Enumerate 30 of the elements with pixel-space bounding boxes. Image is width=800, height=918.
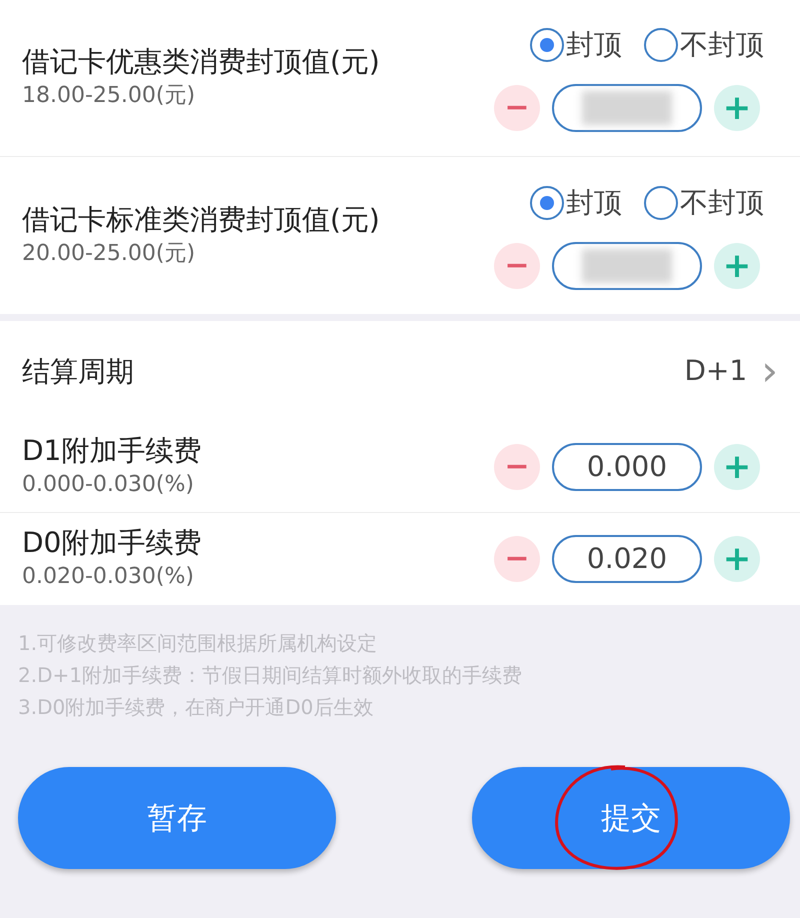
minus-button[interactable]: − <box>494 536 540 582</box>
radio-option[interactable]: 封顶 <box>530 182 622 224</box>
plus-button[interactable]: + <box>714 85 760 131</box>
value-field[interactable]: 0.000 <box>552 442 702 490</box>
minus-button[interactable]: − <box>494 242 540 288</box>
range-text: 0.020-0.030(%) <box>22 563 195 591</box>
field-title: 借记卡优惠类消费封顶值(元) <box>22 44 380 79</box>
settlement-value: D+1 <box>684 353 748 389</box>
settlement-label: 结算周期 <box>22 354 134 388</box>
plus-button[interactable]: + <box>714 444 760 490</box>
range-text: 20.00-25.00(元) <box>22 240 196 268</box>
field-title: D1附加手续费 <box>22 432 202 468</box>
minus-button[interactable]: − <box>494 85 540 131</box>
value-field[interactable] <box>552 242 702 290</box>
settlement-row[interactable]: 结算周期 D+1 › <box>0 321 800 421</box>
plus-button[interactable]: + <box>714 242 760 288</box>
range-text: 0.000-0.030(%) <box>22 470 195 498</box>
chevron-icon: › <box>761 350 778 392</box>
field-title: D0附加手续费 <box>22 525 202 560</box>
value-field[interactable] <box>552 84 702 132</box>
radio-option[interactable]: 封顶 <box>530 24 622 66</box>
radio-option[interactable]: 不封顶 <box>644 182 764 224</box>
save-button[interactable]: 暂存 <box>18 767 336 869</box>
radio-option[interactable]: 不封顶 <box>644 24 764 66</box>
value-field[interactable]: 0.020 <box>552 535 702 583</box>
plus-button[interactable]: + <box>714 536 760 582</box>
field-title: 借记卡标准类消费封顶值(元) <box>22 202 380 236</box>
submit-button[interactable]: 提交 <box>472 767 790 869</box>
minus-button[interactable]: − <box>494 444 540 490</box>
range-text: 18.00-25.00(元) <box>22 82 196 110</box>
